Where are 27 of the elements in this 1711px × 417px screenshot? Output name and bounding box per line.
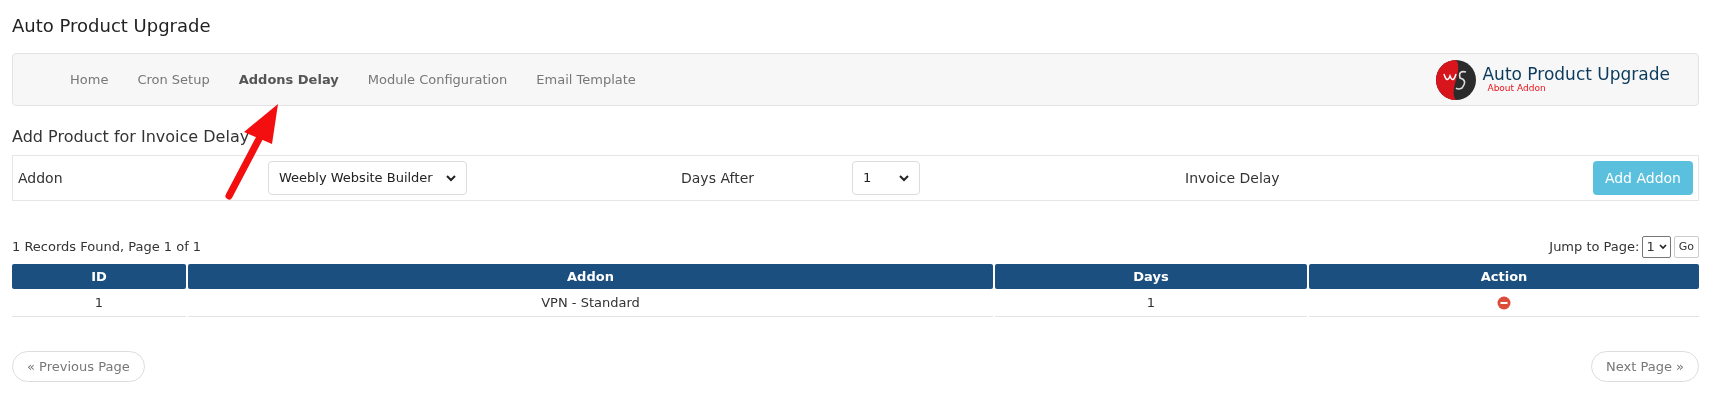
page-title: Auto Product Upgrade — [12, 14, 212, 38]
about-link[interactable]: About Addon — [1487, 84, 1546, 93]
nav-tab[interactable]: Home — [57, 63, 122, 96]
column-header: ID — [12, 264, 186, 289]
page-select[interactable]: 1 — [1642, 236, 1671, 258]
brand-title: Auto Product Upgrade — [1482, 66, 1670, 83]
previous-page-button[interactable]: « Previous Page — [12, 351, 145, 382]
field-label: Invoice Delay — [1185, 168, 1280, 188]
next-page-button[interactable]: Next Page » — [1591, 351, 1699, 382]
field-label: Addon — [18, 168, 64, 188]
nav-tab[interactable]: Email Template — [523, 63, 649, 96]
column-header: Days — [995, 264, 1307, 289]
table-cell: 1 — [12, 289, 186, 317]
addon-select[interactable]: Weebly Website Builder — [268, 161, 467, 195]
table-cell: 1 — [995, 289, 1307, 317]
table-cell: VPN - Standard — [188, 289, 993, 317]
nav-tab[interactable]: Module Configuration — [354, 63, 521, 96]
go-button[interactable]: Go — [1673, 236, 1699, 258]
records-info: 1 Records Found, Page 1 of 1 — [12, 238, 202, 257]
nav-tab[interactable]: Addons Delay — [225, 63, 352, 96]
column-header: Addon — [188, 264, 993, 289]
section-title: Add Product for Invoice Delay — [12, 126, 251, 148]
nav-tab[interactable]: Cron Setup — [124, 63, 223, 96]
column-header: Action — [1309, 264, 1699, 289]
field-label: Days After — [681, 168, 755, 188]
days-select[interactable]: 1 — [852, 161, 920, 195]
jump-label: Jump to Page: — [1549, 238, 1640, 257]
